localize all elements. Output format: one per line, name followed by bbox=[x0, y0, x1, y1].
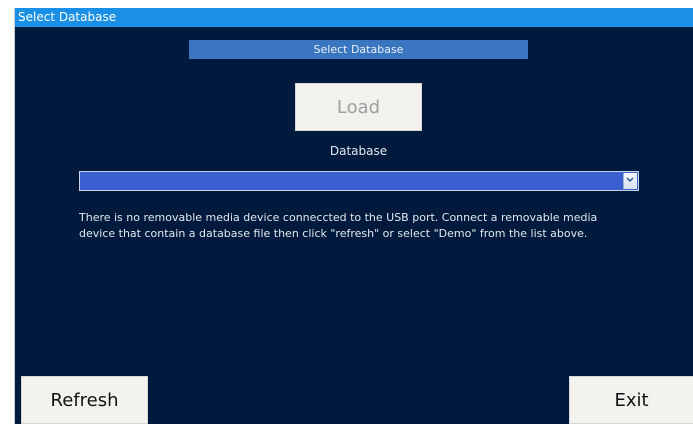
load-button[interactable]: Load bbox=[295, 83, 422, 131]
left-edge bbox=[0, 0, 14, 424]
usb-warning-message: There is no removable media device conne… bbox=[79, 210, 679, 242]
usb-warning-line-1: There is no removable media device conne… bbox=[79, 211, 598, 224]
window-title-bar: Select Database bbox=[15, 8, 693, 27]
select-database-window: Select Database Select Database Load Dat… bbox=[14, 8, 693, 424]
exit-button-label: Exit bbox=[614, 390, 649, 411]
chevron-down-icon[interactable] bbox=[623, 173, 637, 189]
chevron-down-icon bbox=[626, 177, 634, 183]
database-label-text: Database bbox=[329, 144, 388, 158]
load-button-label: Load bbox=[336, 97, 381, 118]
database-label: Database bbox=[285, 142, 432, 160]
database-select[interactable] bbox=[79, 171, 639, 191]
app-window: Select Database Select Database Load Dat… bbox=[0, 0, 693, 424]
section-header-title: Select Database bbox=[313, 43, 404, 56]
usb-warning-line-2: device that contain a database file then… bbox=[79, 227, 588, 240]
exit-button[interactable]: Exit bbox=[569, 376, 693, 424]
refresh-button[interactable]: Refresh bbox=[21, 376, 148, 424]
section-header: Select Database bbox=[189, 40, 528, 59]
refresh-button-label: Refresh bbox=[50, 390, 119, 411]
window-title: Select Database bbox=[18, 10, 117, 24]
